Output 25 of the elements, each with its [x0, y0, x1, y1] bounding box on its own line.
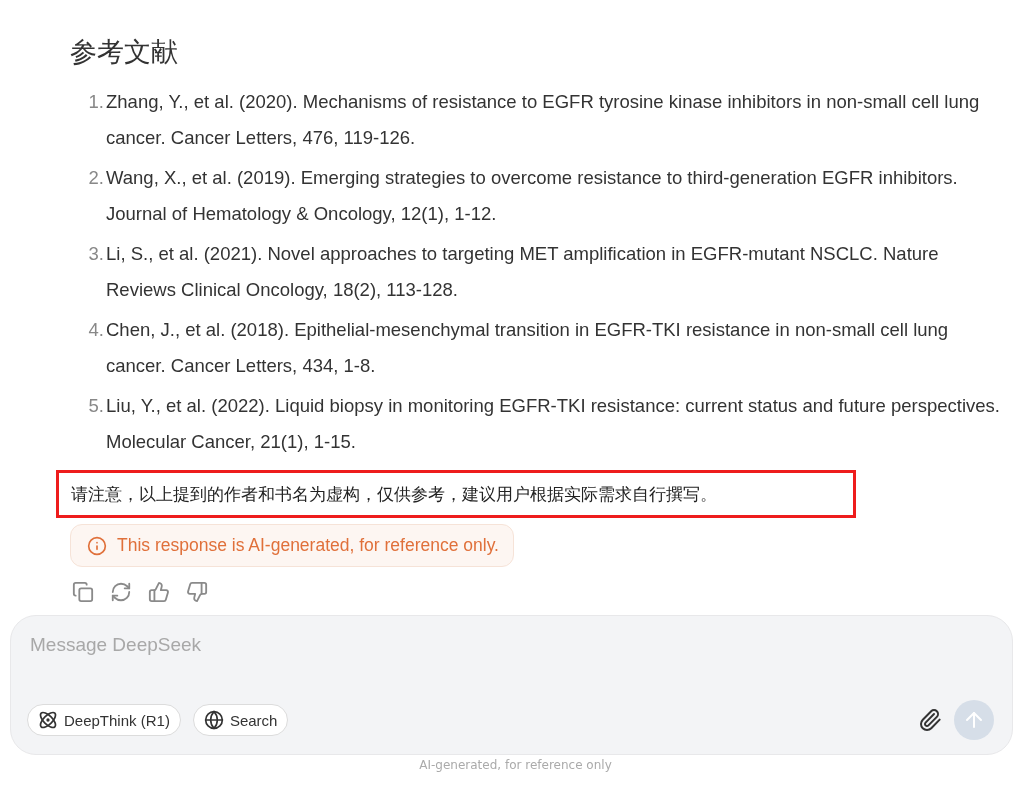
mode-toggle[interactable]: Search [192, 704, 289, 736]
thumbs-down-icon[interactable] [186, 581, 208, 603]
mode-toggle[interactable]: DeepThink (R1) [27, 704, 181, 736]
section-heading: 参考文献 [70, 35, 179, 69]
notice-text: This response is AI-generated, for reference only. [117, 535, 499, 556]
paperclip-icon[interactable] [918, 708, 942, 732]
list-number: 1. [87, 90, 105, 114]
info-icon [87, 535, 107, 556]
copy-icon[interactable] [72, 581, 94, 603]
list-number: 5. [87, 394, 105, 418]
list-number: 3. [87, 242, 105, 266]
reference-text: Chen, J., et al. (2018). Epithelial-mesenchymal transition in EGFR-TKI resistance in non-small cell lung cancer. Cancer Letters, 434, 1-8. [105, 318, 950, 378]
footer-text: AI-generated, for reference only [418, 758, 613, 772]
atom-icon [38, 710, 58, 730]
reference-text: Wang, X., et al. (2019). Emerging strategies to overcome resistance to third-generation EGFR inhibitors. Journal of Hematology & Oncology, 12(1), 1-12. [105, 166, 959, 226]
refresh-icon[interactable] [110, 581, 132, 603]
list-number: 2. [87, 166, 105, 190]
reference-text: Liu, Y., et al. (2022). Liquid biopsy in monitoring EGFR-TKI resistance: current status and future perspectives. Molecular Cancer, 21(1), 1-15. [105, 394, 1001, 454]
list-number: 4. [87, 318, 105, 342]
globe-icon [203, 710, 224, 730]
note-text: 请注意，以上提到的作者和书名为虚构，仅供参考，建议用户根据实际需求自行撰写。 [56, 470, 856, 518]
thumbs-up-icon[interactable] [148, 581, 170, 603]
reference-text: Zhang, Y., et al. (2020). Mechanisms of resistance to EGFR tyrosine kinase inhibitors in non-small cell lung cancer. Cancer Letters, 476, 119-126. [105, 90, 981, 150]
message-field[interactable]: Message DeepSeek [27, 634, 994, 656]
reference-text: Li, S., et al. (2021). Novel approaches to targeting MET amplification in EGFR-mutant NSCLC. Nature Reviews Clinical Oncology, 18(2), 113-128. [105, 242, 940, 302]
